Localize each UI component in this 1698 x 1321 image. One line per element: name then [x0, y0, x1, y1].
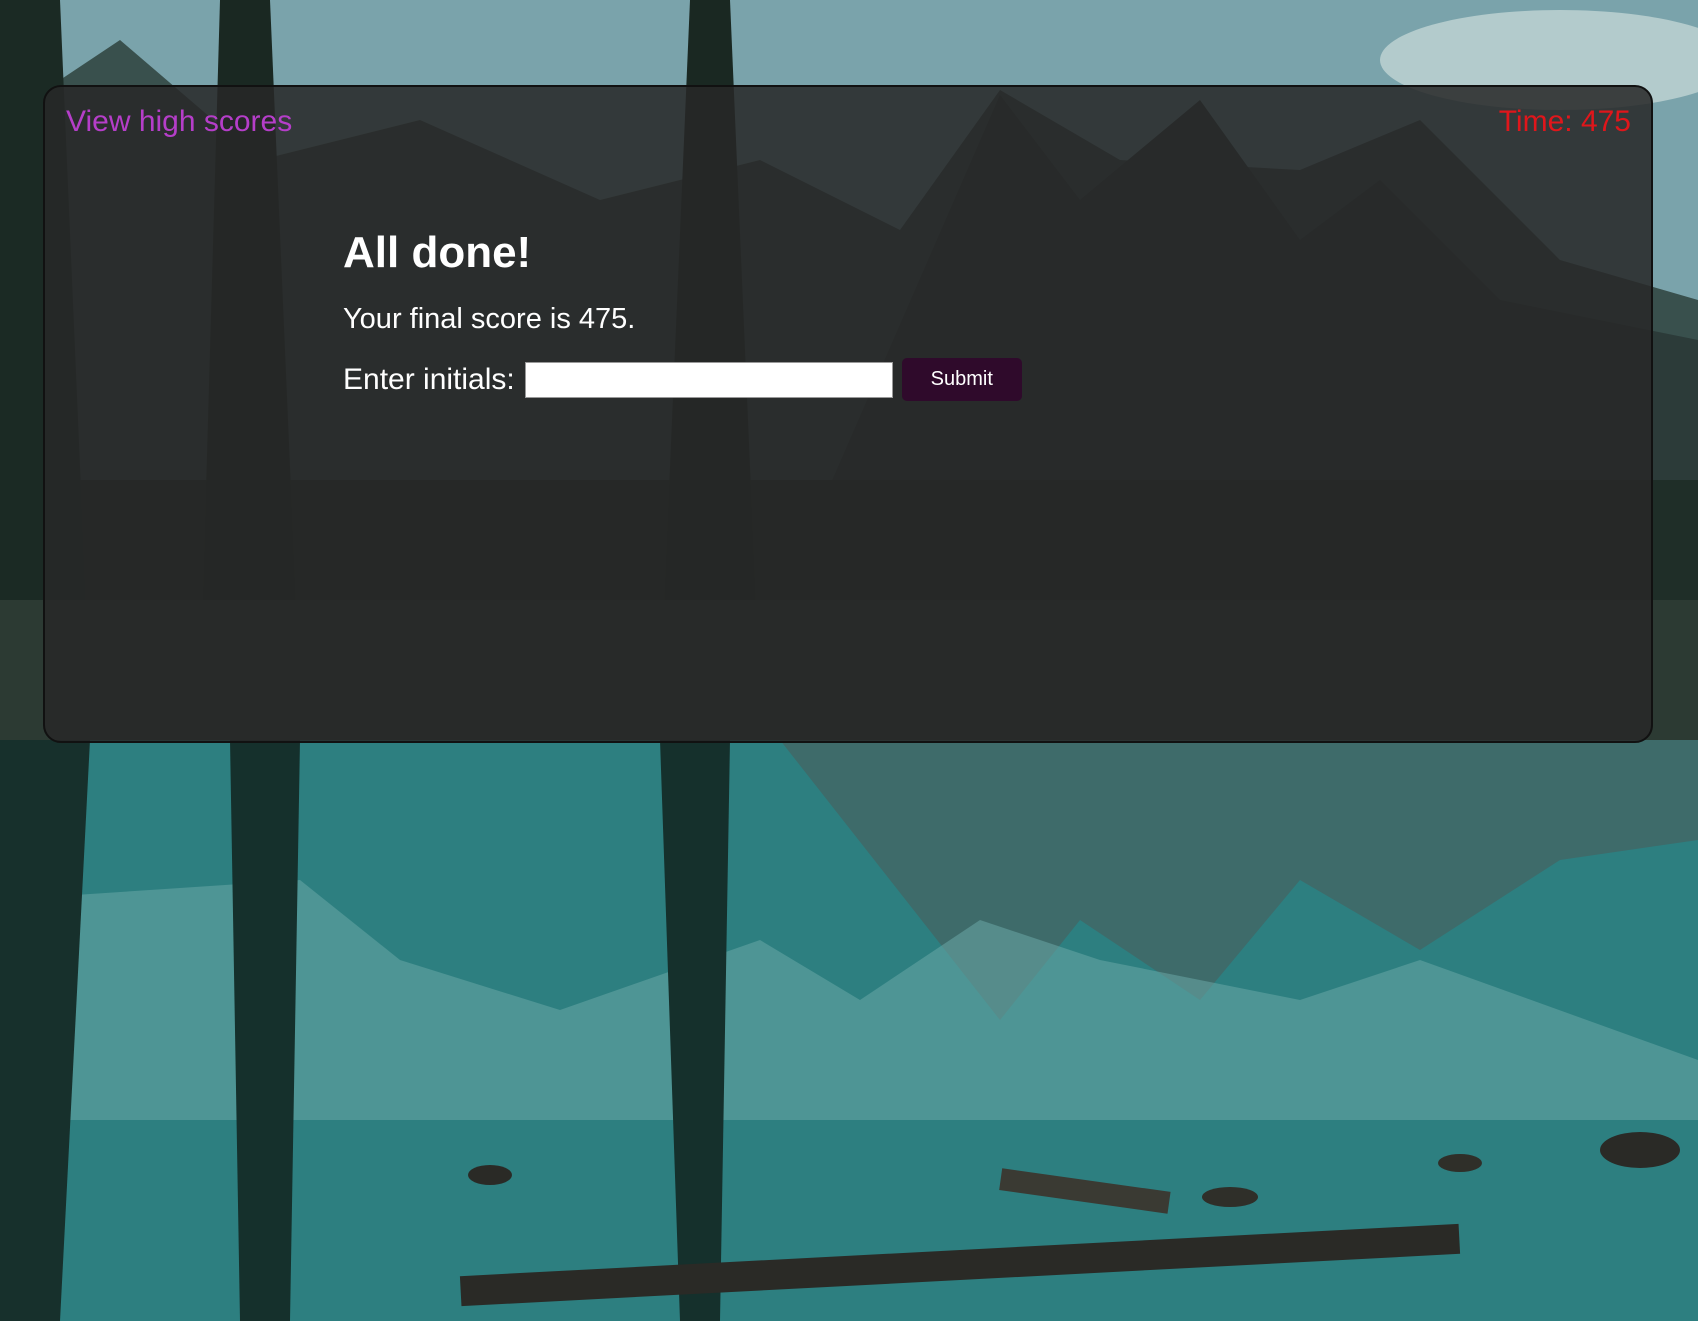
- page-title: All done!: [343, 228, 532, 277]
- timer-value: 475: [1580, 105, 1631, 138]
- initials-label: Enter initials:: [343, 362, 515, 396]
- submit-button[interactable]: Submit: [901, 358, 1022, 402]
- timer-label: Time:: [1498, 105, 1581, 138]
- timer: Time: 475: [1499, 105, 1631, 139]
- quiz-panel: View high scores Time: 475 All done! You…: [43, 85, 1653, 743]
- final-score-text: Your final score is 475.: [343, 303, 636, 336]
- results-section: All done! Your final score is 475. Enter…: [343, 228, 1022, 402]
- view-high-scores-link[interactable]: View high scores: [66, 105, 292, 139]
- initials-input[interactable]: [524, 361, 893, 398]
- initials-form: Enter initials: Submit: [343, 358, 1022, 402]
